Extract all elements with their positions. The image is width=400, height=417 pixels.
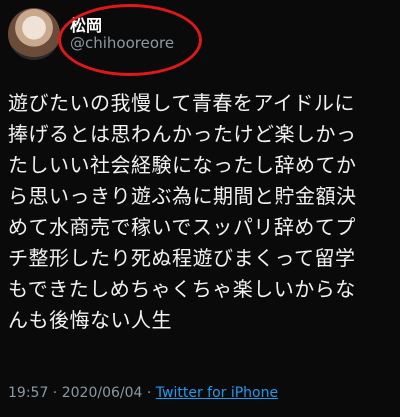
tweet-card: 松岡 @chihooreore 遊びたいの我慢して青春をアイドルに 捧げるとは思… [0, 0, 400, 417]
tweet-date[interactable]: 2020/06/04 [62, 385, 143, 401]
client-link[interactable]: Twitter for iPhone [156, 385, 278, 401]
tweet-meta: 19:57 · 2020/06/04 · Twitter for iPhone [8, 385, 278, 401]
meta-separator: · [48, 385, 62, 401]
tweet-text: 遊びたいの我慢して青春をアイドルに 捧げるとは思わんかったけど楽しかっ たしいい… [8, 91, 357, 332]
red-circle-annotation [58, 4, 202, 76]
avatar[interactable] [8, 8, 60, 60]
tweet-time: 19:57 [8, 385, 49, 401]
meta-separator-2: · [142, 385, 156, 401]
